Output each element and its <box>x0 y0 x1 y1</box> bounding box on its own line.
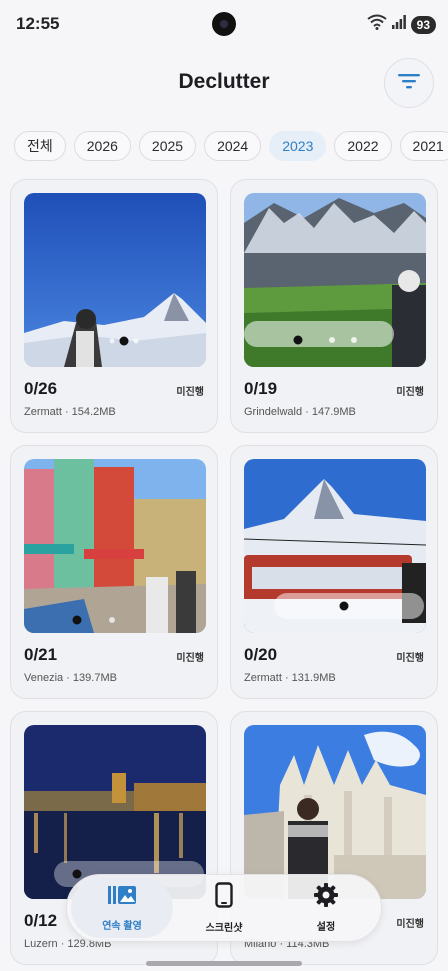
album-status-badge: 미진행 <box>396 919 424 930</box>
album-card[interactable]: 0/21 미진행 Venezia · 139.7MB <box>10 445 218 699</box>
battery-indicator: 93 <box>410 15 436 34</box>
phone-icon <box>215 882 233 913</box>
album-thumbnail <box>244 193 426 367</box>
system-icons: 93 <box>367 14 436 35</box>
album-progress: 0/12 <box>24 911 58 930</box>
album-meta: Grindelwald · 147.9MB <box>244 406 356 418</box>
album-thumbnail <box>244 725 426 899</box>
album-meta: Zermatt · 131.9MB <box>244 672 336 684</box>
year-chip-2024[interactable]: 2024 <box>204 131 262 161</box>
wifi-icon <box>367 14 387 35</box>
page-title: Declutter <box>178 70 270 93</box>
album-card[interactable]: 0/20 미진행 Zermatt · 131.9MB <box>230 445 438 699</box>
nav-label-burst: 연속 촬영 <box>102 921 142 932</box>
album-progress: 0/26 <box>24 379 58 398</box>
album-meta: Venezia · 139.7MB <box>24 672 117 684</box>
nav-label-settings: 설정 <box>316 922 336 933</box>
year-chip-2025[interactable]: 2025 <box>138 131 197 161</box>
status-time: 12:55 <box>16 14 60 33</box>
album-progress: 0/19 <box>244 379 278 398</box>
album-status-badge: 미진행 <box>176 653 204 664</box>
nav-item-burst[interactable]: 연속 촬영 <box>71 878 173 938</box>
nav-label-screenshot: 스크린샷 <box>205 923 243 934</box>
home-indicator <box>146 961 302 966</box>
album-card[interactable]: 0/26 미진행 Zermatt · 154.2MB <box>10 179 218 433</box>
year-chip-2022[interactable]: 2022 <box>334 131 392 161</box>
gear-icon <box>314 883 338 912</box>
filter-icon <box>398 72 420 95</box>
album-status-badge: 미진행 <box>396 653 424 664</box>
status-bar: 12:55 93 <box>0 0 448 48</box>
front-camera <box>212 12 236 36</box>
year-chip-2021[interactable]: 2021 <box>399 131 448 161</box>
album-progress: 0/21 <box>24 645 58 664</box>
album-meta: Zermatt · 154.2MB <box>24 406 116 418</box>
album-status-badge: 미진행 <box>396 387 424 398</box>
album-thumbnail <box>244 459 426 633</box>
year-chip-2026[interactable]: 2026 <box>73 131 131 161</box>
signal-icon <box>391 15 406 34</box>
year-chip-2023[interactable]: 2023 <box>269 131 327 161</box>
album-progress: 0/20 <box>244 645 278 664</box>
nav-item-screenshot[interactable]: 스크린샷 <box>173 878 275 938</box>
year-chip-all[interactable]: 전체 <box>14 131 66 161</box>
bottom-navigation: 연속 촬영 스크린샷 설정 <box>66 874 382 942</box>
album-status-badge: 미진행 <box>176 387 204 398</box>
album-thumbnail <box>24 725 206 899</box>
year-filter-bar: 전체 2026 2025 2024 2023 2022 2021 <box>14 131 448 161</box>
nav-item-settings[interactable]: 설정 <box>275 878 377 938</box>
album-card[interactable]: 0/19 미진행 Grindelwald · 147.9MB <box>230 179 438 433</box>
album-thumbnail <box>24 459 206 633</box>
burst-photos-icon <box>108 884 136 911</box>
filter-button[interactable] <box>384 58 434 108</box>
album-thumbnail <box>24 193 206 367</box>
